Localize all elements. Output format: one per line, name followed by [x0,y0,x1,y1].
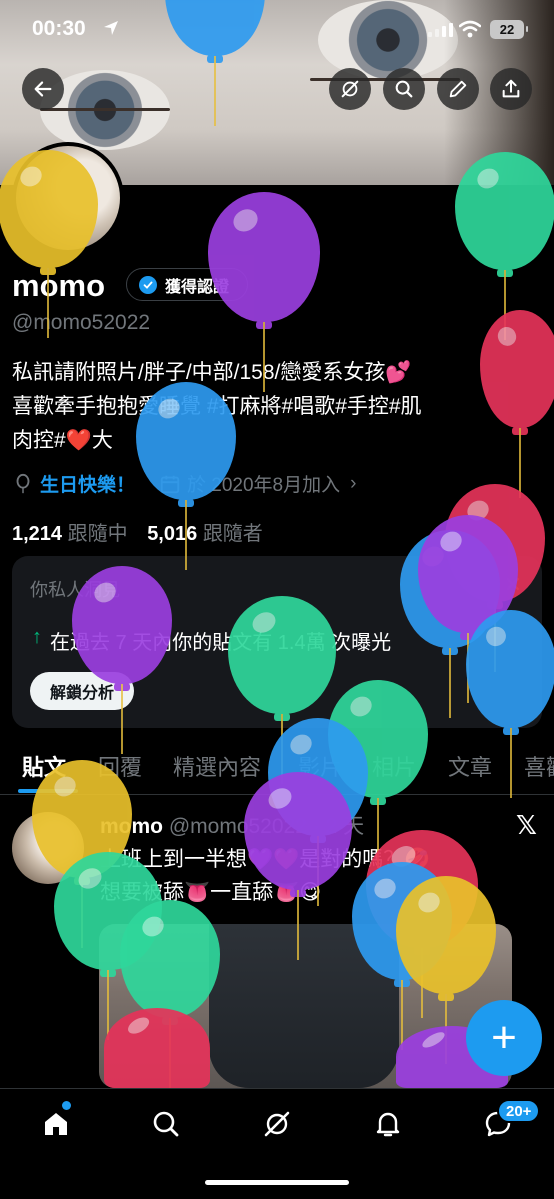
home-icon [45,1113,67,1135]
nav-home[interactable] [36,1104,76,1144]
balloon [228,596,336,784]
grok-button[interactable] [329,68,371,110]
cell-signal-icon [428,23,453,37]
balloon-icon [16,473,30,493]
profile-handle: @momo52022 [12,311,151,334]
balloon [104,1008,210,1158]
battery-level: 22 [499,22,515,37]
home-notification-dot [62,1101,71,1110]
followers-label: 跟隨者 [202,523,263,545]
bio-line: 肉控#❤️大 [12,424,547,458]
following-count: 1,214 [12,523,63,545]
balloon [208,192,320,392]
battery-indicator: 22 [490,20,528,39]
search-button[interactable] [383,68,425,110]
balloon [396,876,496,1064]
messages-badge: 20+ [497,1099,541,1123]
edit-button[interactable] [437,68,479,110]
bio-line: 私訊請附照片/胖子/中部/158/戀愛系女孩💕 [12,361,412,384]
heart-emoji: ❤️ [65,429,92,452]
tab-highlights[interactable]: 精選內容 [173,750,261,782]
profile-name: momo [12,268,105,303]
bio-line-text: 肉控# [12,429,66,452]
bell-icon [376,1112,400,1137]
birthday-link[interactable]: 生日快樂！ [40,470,135,497]
edit-icon [449,80,467,98]
followers-link[interactable]: 5,016 跟隨者 [147,523,263,545]
share-icon [502,79,520,98]
balloon [72,566,172,754]
follow-stats: 1,214 跟隨中 5,016 跟隨者 [12,517,263,546]
verified-check-icon [139,275,157,294]
bio-line: 喜歡牽手抱抱愛睡覺 #打麻將#唱歌#手控#肌 [12,395,422,418]
following-label: 跟隨中 [67,523,128,545]
tab-articles[interactable]: 文章 [448,750,492,782]
balloon [480,310,554,498]
search-icon [395,80,413,98]
search-icon [153,1111,179,1137]
share-button[interactable] [490,68,532,110]
tab-likes[interactable]: 喜歡 [524,750,554,782]
banner-lid-left [40,108,170,111]
balloon [136,382,236,570]
grok-icon [264,1111,290,1137]
home-indicator [205,1180,349,1185]
arrow-up-icon: ↑ [32,626,42,648]
followers-count: 5,016 [147,523,198,545]
status-bar: 00:30 22 [0,0,554,60]
x-logo-icon: 𝕏 [516,810,537,840]
balloon [120,900,220,1088]
nav-search[interactable] [146,1104,186,1144]
back-button[interactable] [22,68,64,110]
compose-button[interactable]: + [466,1000,542,1076]
status-time: 00:30 [32,17,86,40]
grok-icon [341,80,359,98]
nav-grok[interactable] [257,1104,297,1144]
balloon [466,610,554,798]
following-link[interactable]: 1,214 跟隨中 [12,523,128,545]
balloon [455,152,554,340]
chevron-right-icon[interactable]: › [350,473,356,495]
arrow-left-icon [34,81,52,97]
balloon [244,772,352,960]
location-arrow-icon [104,21,118,35]
bio-line-text: 大 [91,429,113,452]
wifi-icon [459,20,481,38]
nav-notifications[interactable] [368,1104,408,1144]
profile-bio: 私訊請附照片/胖子/中部/158/戀愛系女孩💕 喜歡牽手抱抱愛睡覺 #打麻將#唱… [12,356,547,458]
